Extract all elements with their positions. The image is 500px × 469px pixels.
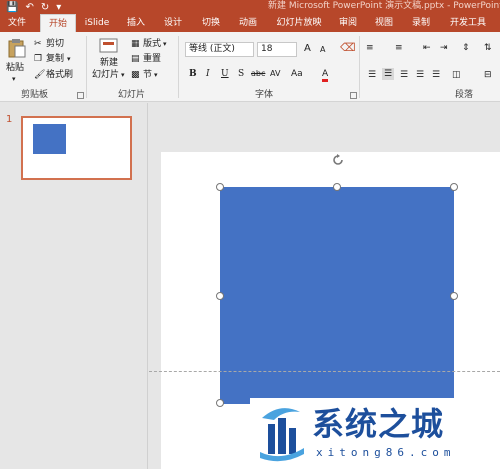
align-left-icon[interactable]: ☰ xyxy=(368,69,376,81)
chevron-down-icon: ▾ xyxy=(163,40,167,48)
slides-group-label: 幻灯片 xyxy=(118,90,146,100)
font-group-label: 字体 xyxy=(255,90,274,100)
watermark: 系统之城 xitong86.com xyxy=(250,398,500,469)
tab-transitions[interactable]: 切换 xyxy=(196,14,226,32)
copy-icon: ❐ xyxy=(34,54,43,64)
columns-icon[interactable]: ◫ xyxy=(452,69,461,81)
watermark-url: xitong86.com xyxy=(316,446,456,459)
dialog-launcher-icon[interactable] xyxy=(350,92,357,99)
character-spacing-button[interactable]: AV xyxy=(270,69,280,79)
change-case-button[interactable]: Aa xyxy=(291,69,303,79)
section-label: 节 xyxy=(143,70,153,80)
watermark-title: 系统之城 xyxy=(312,405,445,443)
tab-review[interactable]: 审阅 xyxy=(333,14,363,32)
strikethrough-button[interactable]: abc xyxy=(251,69,265,79)
clipboard-group-label: 剪贴板 xyxy=(21,90,49,100)
customize-qat-icon[interactable]: ▾ xyxy=(56,2,61,13)
chevron-down-icon: ▾ xyxy=(121,71,125,79)
dialog-launcher-icon[interactable] xyxy=(77,92,84,99)
grow-font-button[interactable]: A xyxy=(304,43,311,55)
increase-indent-icon[interactable]: ⇥ xyxy=(440,42,448,54)
ribbon-tabs: 文件 开始 iSlide 插入 设计 切换 动画 幻灯片放映 审阅 视图 录制 … xyxy=(0,14,500,32)
title-bar: 💾 ↶ ↻ ▾ 新建 Microsoft PowerPoint 演示文稿.ppt… xyxy=(0,0,500,14)
align-center-icon[interactable]: ☰ xyxy=(382,68,395,80)
paragraph-group-label: 段落 xyxy=(455,90,474,100)
tab-slideshow[interactable]: 幻灯片放映 xyxy=(270,14,328,32)
justify-icon[interactable]: ☰ xyxy=(416,69,424,81)
chevron-down-icon: ▾ xyxy=(67,55,71,63)
tab-animations[interactable]: 动画 xyxy=(233,14,263,32)
layout-icon: ▦ xyxy=(131,39,140,49)
smart-guide xyxy=(149,371,500,372)
tab-insert[interactable]: 插入 xyxy=(121,14,151,32)
rotate-handle-icon[interactable] xyxy=(331,153,345,167)
resize-handle-top-right[interactable] xyxy=(450,183,458,191)
new-slide-label: 新建 xyxy=(100,58,119,68)
reset-label: 重置 xyxy=(143,54,162,64)
text-direction-icon[interactable]: ⇅ xyxy=(484,42,492,54)
section-icon: ▩ xyxy=(131,70,140,80)
chevron-down-icon: ▾ xyxy=(154,71,158,79)
ribbon: 粘贴 ▾ ✂ 剪切 ❐ 复制 ▾ 🖌 格式刷 剪贴板 新建 幻灯片 ▾ ▦ 版式… xyxy=(0,32,500,102)
scissors-icon: ✂ xyxy=(34,39,42,49)
layout-label: 版式 xyxy=(143,39,162,49)
font-size-combo[interactable]: 18 xyxy=(257,42,297,57)
decrease-indent-icon[interactable]: ⇤ xyxy=(423,42,431,54)
quick-access-toolbar: 💾 ↶ ↻ ▾ xyxy=(6,0,61,14)
tab-design[interactable]: 设计 xyxy=(158,14,188,32)
new-slide-label-2: 幻灯片 xyxy=(92,70,120,80)
align-right-icon[interactable]: ☰ xyxy=(400,69,408,81)
font-size-value: 18 xyxy=(261,44,273,54)
font-family-value: 等线 (正文) xyxy=(189,44,235,54)
tab-developer[interactable]: 开发工具 xyxy=(444,14,492,32)
watermark-logo xyxy=(260,408,304,462)
numbering-icon[interactable]: ≡ xyxy=(395,42,403,54)
underline-button[interactable]: U xyxy=(221,69,229,79)
reset-icon: ▤ xyxy=(131,54,140,64)
redo-icon[interactable]: ↻ xyxy=(41,2,49,13)
font-family-combo[interactable]: 等线 (正文) xyxy=(185,42,254,57)
tab-islide[interactable]: iSlide xyxy=(80,14,114,32)
undo-icon[interactable]: ↶ xyxy=(25,2,33,13)
group-divider xyxy=(178,36,179,98)
bold-button[interactable]: B xyxy=(189,69,197,79)
new-slide-icon xyxy=(99,38,118,53)
line-spacing-icon[interactable]: ⇕ xyxy=(462,42,470,54)
resize-handle-right[interactable] xyxy=(450,292,458,300)
format-painter-label: 格式刷 xyxy=(46,70,74,80)
window-title: 新建 Microsoft PowerPoint 演示文稿.pptx - Powe… xyxy=(268,1,500,11)
resize-handle-left[interactable] xyxy=(216,292,224,300)
resize-handle-top[interactable] xyxy=(333,183,341,191)
save-icon[interactable]: 💾 xyxy=(6,2,18,13)
thumbnail-shape xyxy=(33,124,66,154)
paintbrush-icon: 🖌 xyxy=(34,70,46,80)
tab-file[interactable]: 文件 xyxy=(2,14,32,32)
shrink-font-button[interactable]: A xyxy=(320,44,325,56)
cut-label: 剪切 xyxy=(46,39,65,49)
tab-view[interactable]: 视图 xyxy=(369,14,399,32)
chevron-down-icon: ▾ xyxy=(12,75,16,83)
paste-icon xyxy=(8,39,26,58)
slide-number: 1 xyxy=(6,114,13,125)
resize-handle-bottom-left[interactable] xyxy=(216,399,224,407)
font-color-button[interactable]: A xyxy=(322,69,329,82)
text-shadow-button[interactable]: S xyxy=(238,69,244,79)
distributed-icon[interactable]: ☰ xyxy=(432,69,440,81)
copy-label: 复制 xyxy=(46,54,65,64)
slide-thumbnail[interactable] xyxy=(21,116,132,180)
clear-formatting-icon[interactable]: ⌫ xyxy=(340,42,356,54)
resize-handle-top-left[interactable] xyxy=(216,183,224,191)
bullets-icon[interactable]: ≡ xyxy=(366,42,374,54)
tab-record[interactable]: 录制 xyxy=(406,14,436,32)
group-divider xyxy=(359,36,360,98)
italic-button[interactable]: I xyxy=(206,69,210,79)
align-text-icon[interactable]: ⊟ xyxy=(484,69,492,81)
tab-home[interactable]: 开始 xyxy=(40,14,76,32)
group-divider xyxy=(86,36,87,98)
